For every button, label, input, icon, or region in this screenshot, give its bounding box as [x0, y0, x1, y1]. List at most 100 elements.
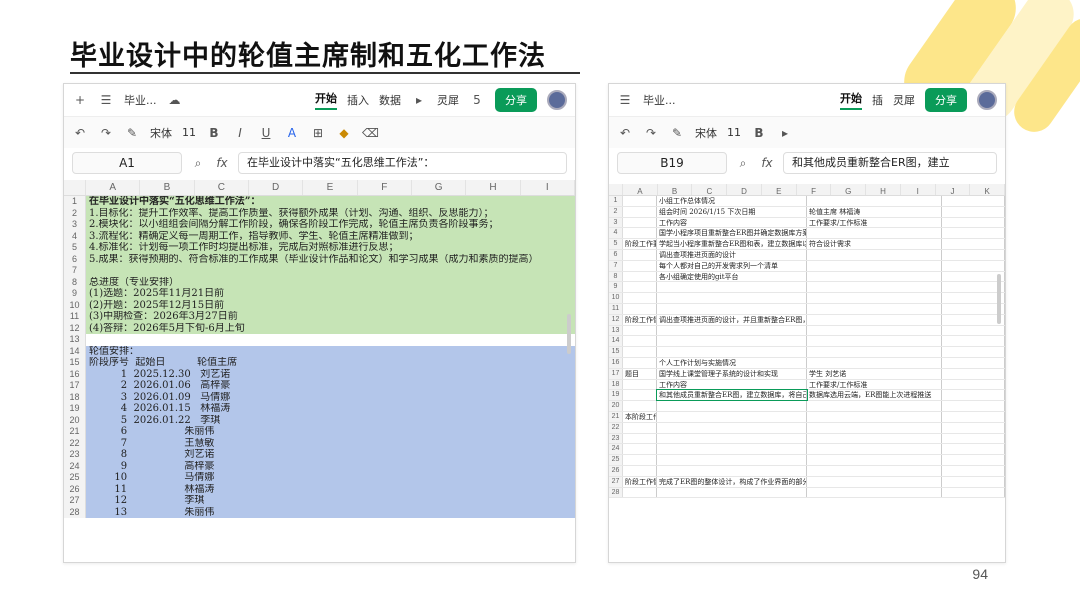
left-scrollbar[interactable] [567, 314, 571, 354]
cell-a[interactable] [623, 357, 657, 368]
cell-a[interactable] [623, 379, 657, 390]
cell[interactable]: 总进度（专业安排） [86, 276, 575, 288]
row-number[interactable]: 23 [64, 449, 86, 461]
font-select[interactable]: 宋体 [695, 125, 717, 141]
row-number[interactable]: 26 [609, 465, 623, 476]
left-grid[interactable]: ABCDEFGHI 1 在毕业设计中落实“五化思维工作法”： 2 1.目标化：提升工作… [64, 180, 575, 562]
row-number[interactable]: 12 [64, 322, 86, 334]
row-number[interactable]: 15 [609, 347, 623, 357]
cell-rest[interactable] [942, 217, 1005, 228]
row-number[interactable]: 7 [609, 260, 623, 271]
cell-rest[interactable] [942, 433, 1005, 444]
redo-icon[interactable]: ↷ [643, 126, 659, 140]
column-header[interactable]: G [831, 184, 867, 196]
undo-icon[interactable]: ↶ [617, 126, 633, 140]
row-number[interactable]: 21 [64, 426, 86, 438]
row-number[interactable]: 15 [64, 357, 86, 369]
row-number[interactable]: 10 [64, 299, 86, 311]
cell[interactable]: 阶段序号 起始日 轮值主席 [86, 357, 575, 369]
row-number[interactable]: 14 [609, 336, 623, 347]
row-number[interactable]: 10 [609, 293, 623, 303]
column-header[interactable]: H [866, 184, 901, 196]
row-number[interactable]: 16 [64, 368, 86, 380]
row-number[interactable]: 25 [609, 455, 623, 465]
tab-start[interactable]: 开始 [315, 90, 337, 110]
cell[interactable]: 5.成果：获得预期的、符合标准的工作成果（毕业设计作品和论文）和学习成果（成力和… [86, 253, 575, 265]
row-number[interactable]: 4 [609, 228, 623, 239]
cell[interactable]: 5 2026.01.22 李琪 [86, 414, 575, 426]
cell-c[interactable] [807, 465, 942, 476]
cell[interactable]: 1 2025.12.30 刘艺诺 [86, 368, 575, 380]
row-number[interactable]: 8 [64, 276, 86, 288]
cell-c[interactable] [807, 228, 942, 239]
cell-a[interactable] [623, 455, 657, 465]
column-header[interactable]: H [466, 180, 521, 195]
row-number[interactable]: 17 [609, 368, 623, 379]
cell[interactable]: 7 王慧敏 [86, 437, 575, 449]
cell-a[interactable] [623, 444, 657, 455]
row-number[interactable]: 19 [609, 390, 623, 401]
row-number[interactable]: 16 [609, 357, 623, 368]
row-number[interactable]: 24 [64, 460, 86, 472]
row-number[interactable]: 4 [64, 230, 86, 242]
cell-name-box[interactable]: A1 [72, 152, 182, 174]
row-number[interactable]: 1 [609, 196, 623, 206]
row-number[interactable]: 3 [64, 219, 86, 231]
cell-c[interactable] [807, 271, 942, 282]
cell-rest[interactable] [942, 228, 1005, 239]
add-icon[interactable]: + [72, 93, 88, 107]
cell-b[interactable]: 和其他成员重新整合ER图，建立数据库，将自己的开发需求列一个清单 [656, 389, 808, 402]
cell[interactable]: 12 李琪 [86, 495, 575, 507]
row-number[interactable]: 5 [64, 242, 86, 254]
cell-b[interactable]: 国学小程序项目重新整合ER图并确定数据库方案。代码推送并上传git [657, 228, 807, 239]
cell-c[interactable] [807, 293, 942, 303]
cell-b[interactable] [657, 325, 807, 336]
cell-c[interactable] [807, 433, 942, 444]
cell-b[interactable]: 各小组确定使用的git平台 [657, 271, 807, 282]
zoom-icon[interactable]: ⌕ [735, 156, 751, 171]
corner-cell[interactable] [64, 180, 86, 195]
row-number[interactable]: 9 [609, 282, 623, 293]
fx-icon[interactable]: fx [214, 156, 230, 170]
row-number[interactable]: 6 [609, 249, 623, 260]
column-header[interactable]: J [936, 184, 971, 196]
tab-insert[interactable]: 插 [872, 92, 883, 108]
cell-c[interactable] [807, 444, 942, 455]
row-number[interactable]: 19 [64, 403, 86, 415]
cell-b[interactable] [657, 411, 807, 422]
column-header[interactable]: B [658, 184, 693, 196]
cell-rest[interactable] [942, 293, 1005, 303]
cell-rest[interactable] [942, 249, 1005, 260]
row-number[interactable]: 28 [609, 487, 623, 498]
row-number[interactable]: 17 [64, 380, 86, 392]
cell-c[interactable] [807, 455, 942, 465]
avatar[interactable] [547, 90, 567, 110]
avatar[interactable] [977, 90, 997, 110]
row-number[interactable]: 3 [609, 217, 623, 228]
cell[interactable]: (1)选题：2025年11月21日前 [86, 288, 575, 300]
row-number[interactable]: 27 [64, 495, 86, 507]
row-number[interactable]: 20 [609, 401, 623, 411]
cell-rest[interactable] [942, 271, 1005, 282]
underline-icon[interactable]: U [258, 126, 274, 140]
cell-c[interactable] [807, 336, 942, 347]
cell[interactable]: 13 朱丽伟 [86, 506, 575, 518]
column-header[interactable]: F [358, 180, 412, 195]
cell-c[interactable] [807, 411, 942, 422]
column-header[interactable]: I [901, 184, 936, 196]
row-number[interactable]: 18 [64, 391, 86, 403]
cell-a[interactable]: 阶段工作情况小结 [623, 314, 657, 325]
cell-b[interactable]: 工作内容 [657, 379, 807, 390]
cell-rest[interactable] [942, 465, 1005, 476]
cell[interactable]: (4)答辩：2026年5月下旬-6月上旬 [86, 322, 575, 334]
cell-a[interactable] [623, 206, 657, 217]
cell-b[interactable] [657, 293, 807, 303]
cell-b[interactable]: 工作内容 [657, 217, 807, 228]
cell-b[interactable] [657, 336, 807, 347]
fx-icon[interactable]: fx [759, 156, 775, 170]
column-header[interactable]: E [303, 180, 358, 195]
cell[interactable]: 轮值安排： [86, 345, 575, 357]
undo-icon[interactable]: ↶ [72, 126, 88, 140]
cell[interactable]: 1.目标化：提升工作效率、提高工作质量、获得额外成果（计划、沟通、组织、反思能力… [86, 207, 575, 219]
cell-a[interactable] [623, 293, 657, 303]
